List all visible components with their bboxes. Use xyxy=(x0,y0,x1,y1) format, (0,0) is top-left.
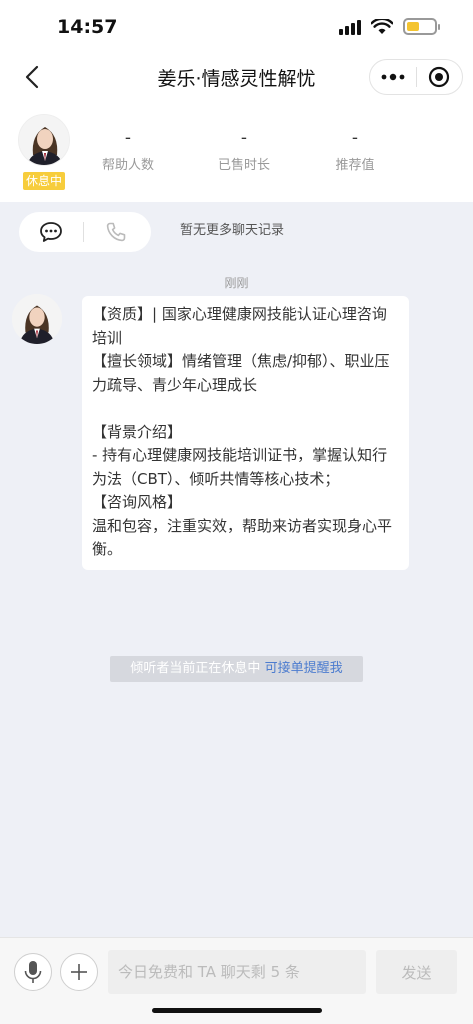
microphone-icon xyxy=(24,961,42,983)
message-line: 温和包容，注重实效，帮助来访者实现身心平衡。 xyxy=(92,516,393,559)
chat-mode-switch xyxy=(19,212,151,252)
home-indicator xyxy=(152,1008,322,1013)
phone-icon xyxy=(106,222,126,242)
stat-label: 已售时长 xyxy=(217,158,270,173)
close-button[interactable] xyxy=(416,60,462,94)
stat-value: - xyxy=(240,128,248,148)
send-button[interactable]: 发送 xyxy=(376,950,457,994)
voice-input-button[interactable] xyxy=(14,953,52,991)
message-bubble: 【资质】| 国家心理健康网技能认证心理咨询培训 【擅长领域】情绪管理（焦虑/抑郁… xyxy=(82,296,409,570)
stat-help-count: - 帮助人数 xyxy=(73,128,183,173)
message-input[interactable] xyxy=(108,950,366,994)
message-time: 刚刚 xyxy=(224,276,249,290)
stat-value: - xyxy=(124,128,132,148)
plus-icon xyxy=(71,964,87,980)
battery-icon xyxy=(403,18,440,35)
rest-notice: 倾听者当前正在休息中 可接单提醒我 xyxy=(110,656,363,682)
close-circle-icon xyxy=(429,66,450,88)
message-line xyxy=(92,397,399,421)
status-badge: 休息中 xyxy=(23,172,65,190)
message-line: 【背景介绍】 xyxy=(92,422,183,441)
mini-program-capsule xyxy=(369,59,463,95)
more-actions-button[interactable] xyxy=(60,953,98,991)
stat-label: 推荐值 xyxy=(335,158,375,173)
message-line: 【擅长领域】情绪管理（焦虑/抑郁）、职业压力疏导、青少年心理成长 xyxy=(92,352,390,394)
avatar[interactable] xyxy=(18,114,70,166)
counselor-avatar xyxy=(12,294,62,344)
status-icons xyxy=(339,18,440,35)
text-chat-button[interactable] xyxy=(19,212,83,252)
message-avatar[interactable] xyxy=(12,294,62,344)
stat-label: 帮助人数 xyxy=(101,158,154,173)
counselor-profile: 休息中 - 帮助人数 - 已售时长 - 推荐值 xyxy=(0,102,473,202)
stat-recommend: - 推荐值 xyxy=(300,128,410,173)
counselor-avatar xyxy=(19,115,69,165)
status-bar: 14:57 xyxy=(0,0,473,54)
remind-me-link[interactable]: 可接单提醒我 xyxy=(265,661,343,676)
battery-level xyxy=(407,22,419,31)
rest-notice-text: 倾听者当前正在休息中 xyxy=(130,661,261,676)
more-dots-icon xyxy=(381,73,405,81)
message-line: - 持有心理健康网技能培训证书，掌握认知行为法（CBT）、倾听共情等核心技术； xyxy=(92,446,388,488)
voice-call-button[interactable] xyxy=(84,212,148,252)
status-time: 14:57 xyxy=(57,16,118,38)
stat-sold-duration: - 已售时长 xyxy=(189,128,299,173)
message-line: 【资质】| 国家心理健康网技能认证心理咨询培训 xyxy=(92,305,387,347)
nav-bar: 姜乐·情感灵性解忧 xyxy=(0,54,473,102)
message-line: 【咨询风格】 xyxy=(92,493,183,511)
more-button[interactable] xyxy=(370,60,416,94)
signal-icon xyxy=(339,19,361,35)
wifi-icon xyxy=(371,18,393,34)
stat-value: - xyxy=(351,128,359,148)
no-more-history: 暂无更多聊天记录 xyxy=(180,223,285,238)
chat-bubble-icon xyxy=(40,222,62,242)
